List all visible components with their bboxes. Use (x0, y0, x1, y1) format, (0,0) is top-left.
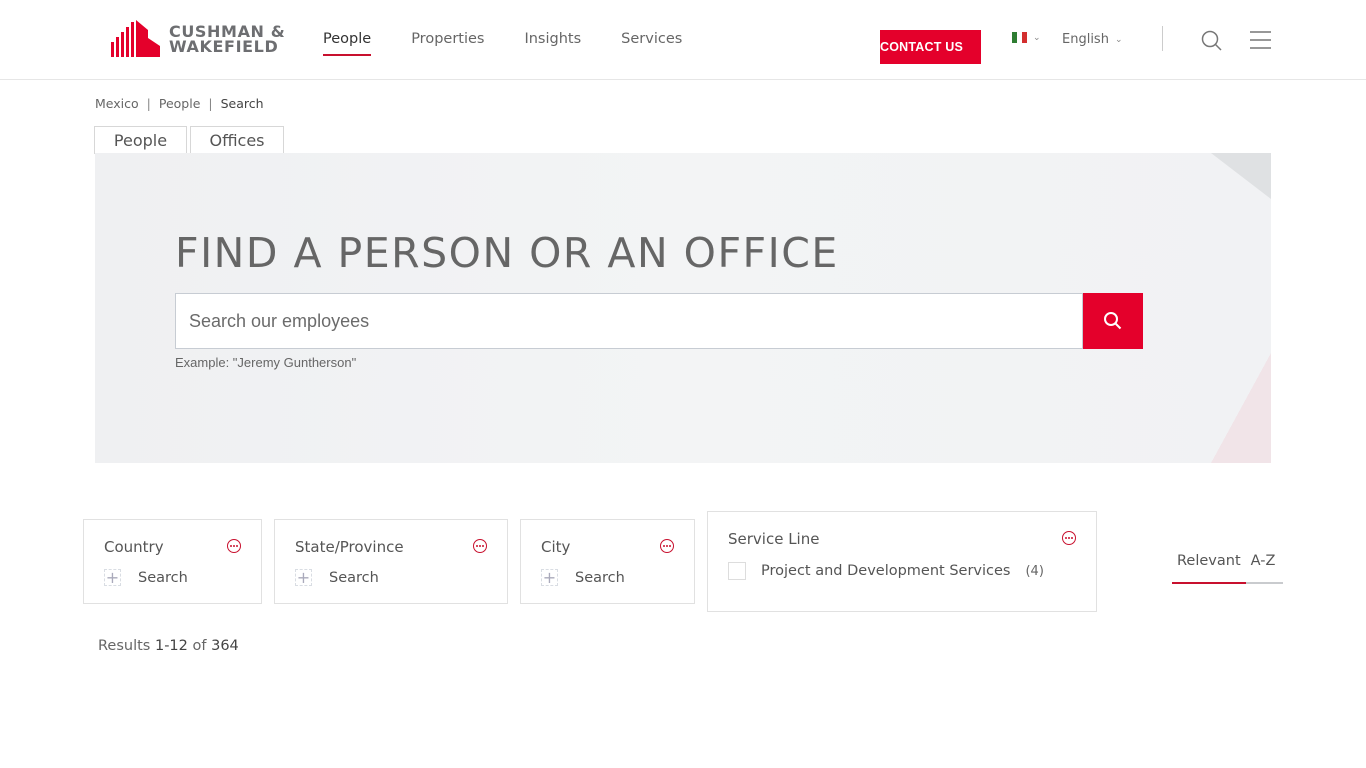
breadcrumb-separator: | (208, 96, 213, 111)
more-options-icon[interactable] (1062, 531, 1076, 545)
nav-item-people[interactable]: People (323, 31, 372, 56)
country-selector[interactable]: ⌄ (1012, 32, 1041, 43)
language-label: English (1062, 32, 1109, 47)
language-selector[interactable]: English ⌄ (1062, 32, 1123, 47)
nav-item-services[interactable]: Services (621, 31, 682, 56)
header-divider (1162, 26, 1163, 51)
results-range: 1-12 (154, 638, 188, 654)
sort-toggle: Relevant A-Z (1172, 553, 1283, 583)
decorative-shape (1211, 153, 1271, 199)
results-total: 364 (211, 638, 239, 654)
state-search-add[interactable]: + Search (295, 569, 379, 586)
contact-us-button[interactable]: CONTACT US (880, 30, 981, 64)
plus-icon: + (104, 567, 121, 587)
results-prefix: Results (98, 638, 151, 654)
tab-offices[interactable]: Offices (190, 126, 284, 154)
results-count: Results 1-12 of 364 (98, 638, 239, 654)
plus-icon: + (541, 567, 558, 587)
filter-search-label: Search (575, 569, 625, 586)
sort-indicator (1172, 582, 1283, 584)
filter-city: City + Search (520, 519, 695, 604)
filter-title: State/Province (295, 538, 404, 556)
sort-a-z[interactable]: A-Z (1246, 553, 1281, 583)
site-header: CUSHMAN & WAKEFIELD People Properties In… (0, 0, 1366, 80)
search-example-hint: Example: "Jeremy Gunthersоn" (175, 355, 357, 370)
logo[interactable]: CUSHMAN & WAKEFIELD (111, 20, 285, 57)
mexico-flag-icon (1012, 32, 1027, 43)
filter-title: Service Line (728, 530, 820, 548)
main-nav: People Properties Insights Services (323, 31, 722, 56)
search-hero: FIND A PERSON OR AN OFFICE Example: "Jer… (95, 153, 1271, 463)
search-submit-button[interactable] (1083, 293, 1143, 349)
more-options-icon[interactable] (660, 539, 674, 553)
sort-relevant[interactable]: Relevant (1172, 553, 1246, 583)
nav-item-properties[interactable]: Properties (411, 31, 484, 56)
option-count: (4) (1025, 563, 1044, 579)
results-of: of (192, 638, 207, 654)
filter-search-label: Search (138, 569, 188, 586)
header-search-icon[interactable] (1201, 30, 1223, 56)
filter-title: Country (104, 538, 164, 556)
more-options-icon[interactable] (227, 539, 241, 553)
nav-item-insights[interactable]: Insights (524, 31, 581, 56)
more-options-icon[interactable] (473, 539, 487, 553)
chevron-down-icon: ⌄ (1114, 34, 1123, 45)
filter-country: Country + Search (83, 519, 262, 604)
page-title: FIND A PERSON OR AN OFFICE (175, 229, 839, 277)
breadcrumb-people[interactable]: People (159, 96, 201, 111)
filter-search-label: Search (329, 569, 379, 586)
option-label: Project and Development Services (761, 563, 1011, 579)
breadcrumb-mexico[interactable]: Mexico (95, 96, 139, 111)
logo-text-line2: WAKEFIELD (169, 36, 279, 56)
tab-people[interactable]: People (94, 126, 187, 154)
checkbox[interactable] (728, 562, 746, 580)
employee-search-input[interactable] (175, 293, 1083, 349)
filter-service-line: Service Line Project and Development Ser… (707, 511, 1097, 612)
country-search-add[interactable]: + Search (104, 569, 188, 586)
service-line-option[interactable]: Project and Development Services (4) (728, 562, 1044, 580)
breadcrumb-separator: | (146, 96, 151, 111)
breadcrumb: Mexico | People | Search (95, 96, 264, 111)
building-logo-icon (111, 20, 160, 57)
breadcrumb-search: Search (220, 96, 264, 111)
sort-indicator-active (1172, 582, 1246, 584)
hamburger-menu-icon[interactable] (1250, 31, 1271, 53)
search-icon (1104, 312, 1122, 330)
chevron-down-icon: ⌄ (1033, 32, 1041, 43)
search-tabs: People Offices (94, 126, 287, 154)
decorative-shape (1211, 353, 1271, 463)
filter-title: City (541, 538, 571, 556)
filter-state-province: State/Province + Search (274, 519, 508, 604)
plus-icon: + (295, 567, 312, 587)
city-search-add[interactable]: + Search (541, 569, 625, 586)
